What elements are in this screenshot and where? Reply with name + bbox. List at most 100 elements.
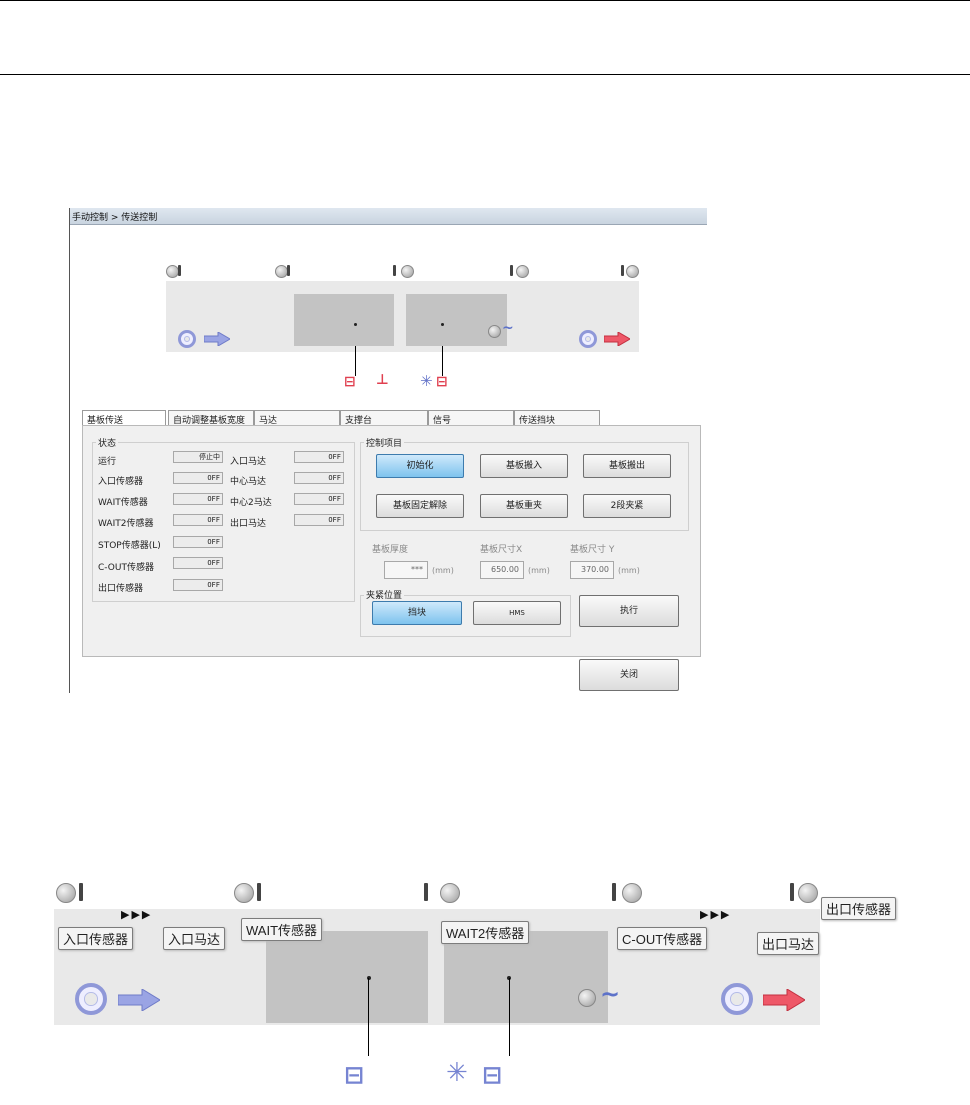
- clamp-hms-option[interactable]: HMS: [473, 601, 561, 625]
- tab-signal[interactable]: 信号: [428, 410, 514, 426]
- thickness-input[interactable]: ***: [384, 561, 428, 579]
- load-substrate-button[interactable]: 基板搬入: [480, 454, 568, 478]
- sensor-pin-icon: [287, 265, 290, 276]
- sensor-pin-icon: [424, 883, 428, 901]
- reclamp-button[interactable]: 基板重夹: [480, 494, 568, 518]
- status-value: 停止中: [173, 451, 223, 463]
- clamp-stopper-option[interactable]: 挡块: [372, 601, 462, 625]
- wait2-sensor-icon: [401, 265, 414, 278]
- status-label: STOP传感器(L): [98, 541, 161, 551]
- status-value: OFF: [173, 579, 223, 591]
- tab-substrate-transfer[interactable]: 基板传送: [82, 410, 166, 426]
- clamp-icon: ⊟: [482, 1061, 503, 1089]
- status-value: OFF: [173, 557, 223, 569]
- motor-label: 中心马达: [230, 477, 267, 487]
- two-stage-clamp-button[interactable]: 2段夹紧: [583, 494, 671, 518]
- entry-sensor-callout: 入口传感器: [58, 927, 134, 950]
- status-label: WAIT2传感器: [98, 519, 154, 529]
- status-group-label: 状态: [96, 436, 119, 449]
- motor-value: OFF: [294, 472, 344, 484]
- wait2-sensor-icon: [440, 883, 460, 903]
- sensor-pin-icon: [790, 883, 794, 901]
- entry-arrow-icon: [204, 332, 230, 346]
- stage-1: [266, 931, 428, 1023]
- size-y-label: 基板尺寸 Y: [570, 545, 615, 555]
- release-substrate-button[interactable]: 基板固定解除: [376, 494, 464, 518]
- exit-sensor-icon: [626, 265, 639, 278]
- size-x-input[interactable]: 650.00: [480, 561, 524, 579]
- top-rule: [0, 0, 970, 1]
- status-label: 入口传感器: [98, 477, 144, 487]
- motor-value: OFF: [294, 493, 344, 505]
- sensor-pin-icon: [612, 883, 616, 901]
- direction-arrows-icon: ▶▶▶: [121, 908, 153, 921]
- exit-arrow-icon: [763, 989, 805, 1011]
- stop-sensor-icon: [578, 989, 596, 1007]
- execute-button[interactable]: 执行: [579, 595, 679, 627]
- entry-motor-icon: [178, 330, 196, 348]
- tab-stopper[interactable]: 传送挡块: [514, 410, 600, 426]
- entry-sensor-icon: [56, 883, 76, 903]
- status-label: WAIT传感器: [98, 498, 148, 508]
- entry-arrow-icon: [118, 989, 160, 1011]
- entry-motor-callout: 入口马达: [163, 927, 226, 950]
- clamp-icon: ⊟: [344, 374, 356, 390]
- stopper-icon: ~: [502, 320, 514, 336]
- wait-sensor-callout: WAIT传感器: [241, 918, 323, 941]
- cout-sensor-icon: [622, 883, 642, 903]
- stopper-icon: ✳: [446, 1058, 468, 1088]
- status-label: C-OUT传感器: [98, 563, 154, 573]
- leader-line: [355, 346, 356, 376]
- exit-sensor-callout: 出口传感器: [821, 897, 897, 920]
- conveyor: [166, 281, 639, 352]
- stopper-icon: ~: [600, 980, 621, 1008]
- direction-arrows-icon: ▶▶▶: [700, 908, 732, 921]
- close-button[interactable]: 关闭: [579, 659, 679, 691]
- unit-label: (mm): [618, 566, 640, 575]
- exit-motor-callout: 出口马达: [757, 932, 820, 955]
- clamp-icon: ⊟: [344, 1061, 365, 1089]
- entry-motor-icon: [75, 983, 107, 1015]
- status-value: OFF: [173, 493, 223, 505]
- title-bar: 手动控制 > 传送控制: [70, 208, 707, 225]
- motor-label: 入口马达: [230, 457, 267, 467]
- stage-2: [444, 931, 608, 1023]
- stop-sensor-icon: [488, 325, 501, 338]
- tab-support[interactable]: 支撑台: [340, 410, 428, 426]
- sensor-pin-icon: [79, 883, 83, 901]
- status-label: 出口传感器: [98, 584, 144, 594]
- tab-motor[interactable]: 马达: [254, 410, 340, 426]
- motor-label: 中心2马达: [230, 498, 272, 508]
- leader-line: [442, 346, 443, 376]
- status-value: OFF: [173, 472, 223, 484]
- wait2-sensor-callout: WAIT2传感器: [441, 921, 530, 944]
- motor-label: 出口马达: [230, 519, 267, 529]
- tab-auto-width[interactable]: 自动调整基板宽度: [168, 410, 254, 426]
- leader-line: [368, 978, 369, 1056]
- cout-sensor-icon: [516, 265, 529, 278]
- sensor-pin-icon: [257, 883, 261, 901]
- sensor-pin-icon: [178, 265, 181, 276]
- clamp-position-label: 夹紧位置: [364, 588, 405, 601]
- motor-value: OFF: [294, 514, 344, 526]
- size-y-input[interactable]: 370.00: [570, 561, 614, 579]
- sensor-pin-icon: [510, 265, 513, 276]
- wait-sensor-icon: [234, 883, 254, 903]
- stopper-icon: ✳: [420, 372, 433, 390]
- thickness-label: 基板厚度: [372, 545, 409, 555]
- unload-substrate-button[interactable]: 基板搬出: [583, 454, 671, 478]
- status-label: 运行: [98, 457, 117, 467]
- status-value: OFF: [173, 536, 223, 548]
- unit-label: (mm): [432, 566, 454, 575]
- unit-label: (mm): [528, 566, 550, 575]
- status-value: OFF: [173, 514, 223, 526]
- initialize-button[interactable]: 初始化: [376, 454, 464, 478]
- cout-sensor-callout: C-OUT传感器: [617, 927, 708, 950]
- exit-motor-icon: [721, 983, 753, 1015]
- leader-line: [509, 978, 510, 1056]
- size-x-label: 基板尺寸X: [480, 545, 523, 555]
- sensor-pin-icon: [621, 265, 624, 276]
- clamp-icon: ⊟: [436, 374, 448, 390]
- support-icon: ⊥: [376, 372, 389, 388]
- exit-sensor-icon: [798, 883, 818, 903]
